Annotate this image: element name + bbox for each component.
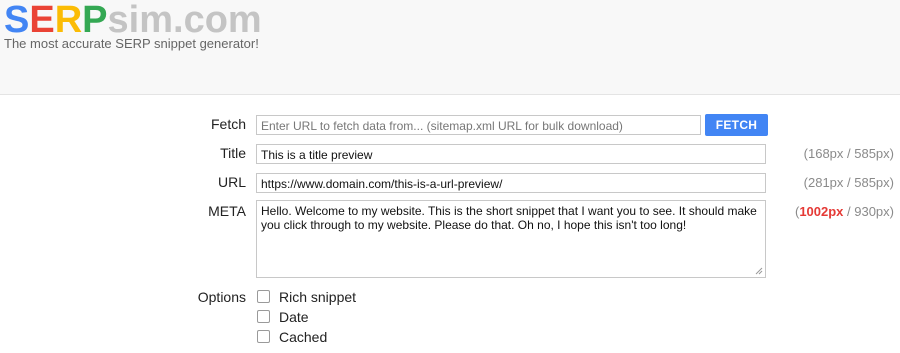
options-label: Options (197, 289, 246, 305)
url-input[interactable]: https://www.domain.com/this-is-a-url-pre… (256, 173, 766, 193)
option-label: Cached (279, 329, 328, 345)
cached-checkbox[interactable] (257, 330, 270, 343)
logo-letter-r: R (54, 0, 83, 41)
serpsim-logo[interactable]: SERPsim.com (4, 0, 262, 40)
logo-letter-s: S (4, 0, 30, 41)
meta-label: META (208, 203, 246, 219)
date-checkbox[interactable] (257, 310, 270, 323)
logo-letter-e: E (29, 0, 55, 41)
url-width-measure: (281px / 585px) (803, 175, 894, 190)
title-label: Title (220, 145, 246, 161)
logo-suffix: sim.com (107, 0, 262, 41)
fetch-url-input[interactable]: Enter URL to fetch data from... (sitemap… (256, 115, 701, 135)
option-cached[interactable]: Cached (257, 329, 327, 345)
tagline: The most accurate SERP snippet generator… (4, 36, 259, 51)
meta-measure-over-value: 1002px (799, 204, 844, 219)
title-width-measure: (168px / 585px) (803, 146, 894, 161)
meta-measure-rest: / 930px) (843, 204, 894, 219)
meta-textarea[interactable]: Hello. Welcome to my website. This is th… (256, 200, 766, 278)
fetch-button[interactable]: FETCH (705, 114, 768, 136)
meta-width-measure: (1002px / 930px) (774, 204, 894, 219)
meta-text: Hello. Welcome to my website. This is th… (261, 204, 757, 232)
rich-snippet-checkbox[interactable] (257, 290, 270, 303)
option-label: Rich snippet (279, 289, 357, 305)
resize-grip-icon[interactable] (755, 267, 763, 275)
option-date[interactable]: Date (257, 309, 309, 325)
header: SERPsim.com The most accurate SERP snipp… (0, 0, 900, 94)
fetch-label: Fetch (210, 116, 246, 132)
option-rich-snippet[interactable]: Rich snippet (257, 289, 356, 305)
logo-letter-p: P (82, 0, 108, 41)
option-label: Date (279, 309, 309, 325)
title-input[interactable]: This is a title preview (256, 144, 766, 164)
url-label: URL (217, 174, 246, 190)
